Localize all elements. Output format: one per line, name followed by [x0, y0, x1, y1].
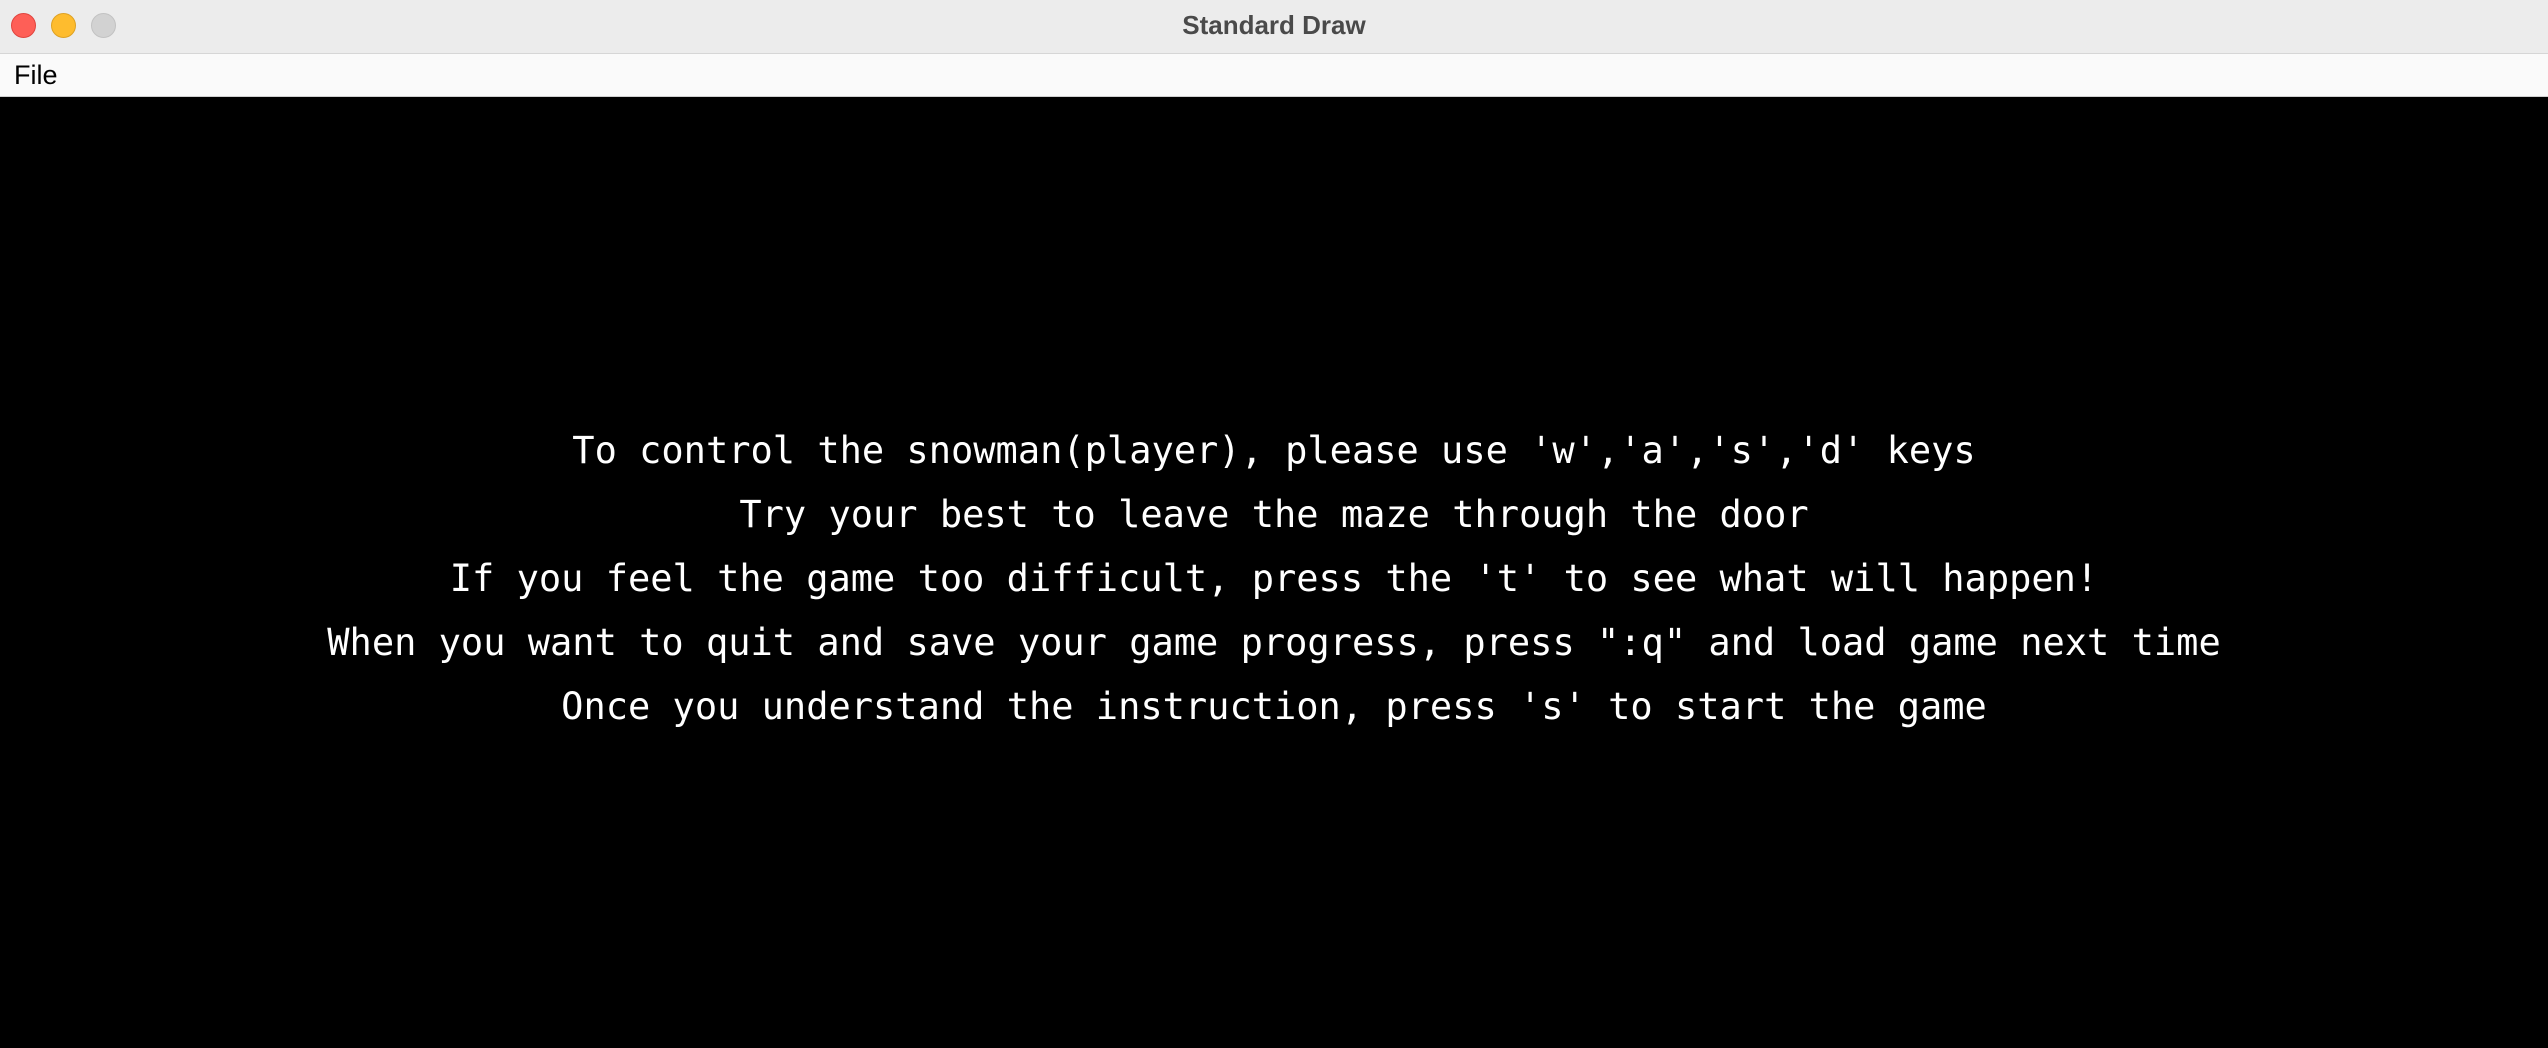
menu-bar: File	[0, 54, 2548, 97]
instruction-line-controls: To control the snowman(player), please u…	[572, 429, 1976, 472]
app-window: Standard Draw File To control the snowma…	[0, 0, 2548, 1048]
instruction-line-save: When you want to quit and save your game…	[327, 621, 2221, 664]
game-canvas[interactable]: To control the snowman(player), please u…	[0, 97, 2548, 1048]
instruction-line-start: Once you understand the instruction, pre…	[561, 685, 1987, 728]
instruction-line-goal: Try your best to leave the maze through …	[739, 493, 1809, 536]
menu-file[interactable]: File	[14, 54, 58, 96]
window-title: Standard Draw	[1182, 10, 1366, 40]
title-bar[interactable]: Standard Draw	[0, 0, 2548, 54]
instructions-block: To control the snowman(player), please u…	[0, 419, 2548, 739]
instruction-line-hint: If you feel the game too difficult, pres…	[449, 557, 2099, 600]
